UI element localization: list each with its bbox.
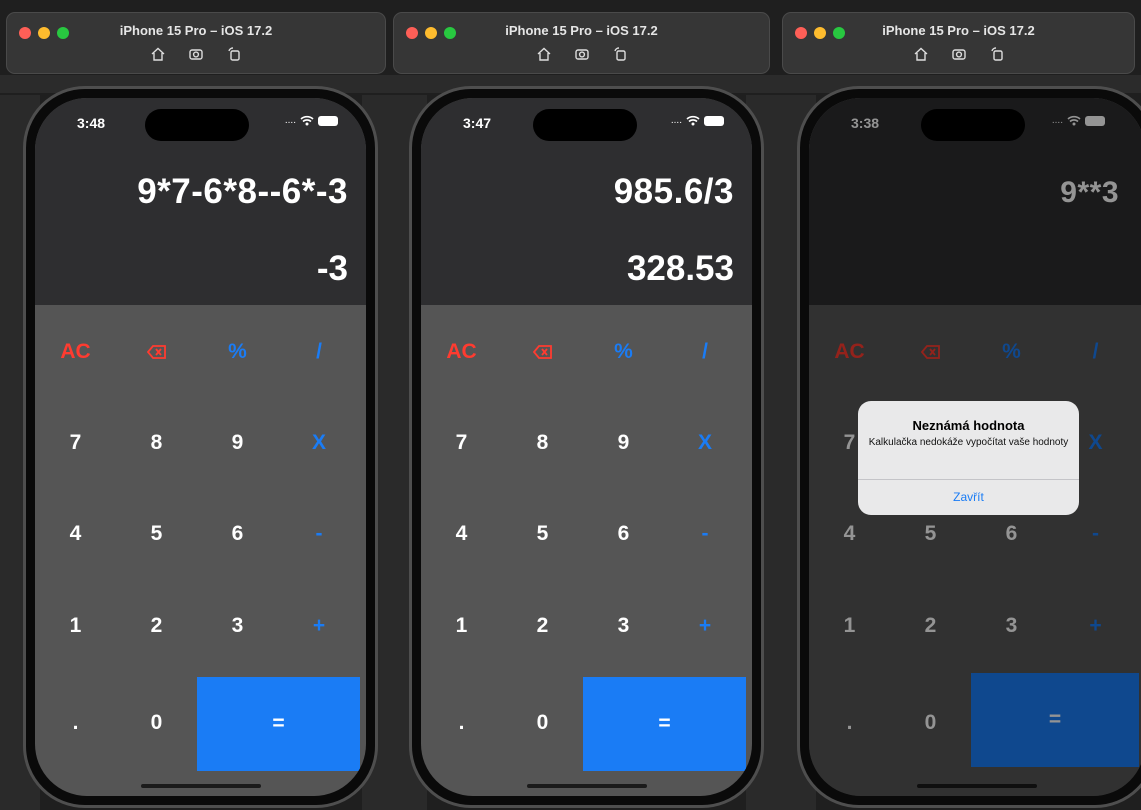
simulator-toolbar (7, 46, 385, 62)
plus-button[interactable]: + (664, 580, 746, 672)
multiply-button[interactable]: X (664, 398, 746, 488)
error-alert-dialog: Neznámá hodnota Kalkulačka nedokáže vypo… (858, 401, 1079, 515)
status-bar: 3:48 .... (35, 98, 366, 148)
calculator-screen: 3:48 .... 9*7-6*8--6*-3 -3 AC % / 7 8 9 … (35, 98, 366, 796)
digit-4-button[interactable]: 4 (421, 488, 502, 580)
digit-8-button[interactable]: 8 (116, 398, 197, 488)
equals-button[interactable]: = (197, 677, 360, 771)
equals-button[interactable]: = (583, 677, 746, 771)
digit-7-button[interactable]: 7 (35, 398, 116, 488)
calculator-display: 9*7-6*8--6*-3 -3 (35, 148, 366, 305)
simulator-titlebar: iPhone 15 Pro – iOS 17.2 (6, 12, 386, 74)
simulator-window-3: iPhone 15 Pro – iOS 17.2 3:38 .... 9**3 (776, 0, 1141, 810)
simulator-toolbar (394, 46, 769, 62)
digit-5-button[interactable]: 5 (116, 488, 197, 580)
minus-button[interactable]: - (278, 488, 360, 580)
iphone-frame: 3:47 .... 985.6/3 328.53 AC % / 7 8 9 X … (409, 86, 764, 808)
digit-8-button[interactable]: 8 (502, 398, 583, 488)
minus-button[interactable]: - (664, 488, 746, 580)
screenshot-icon[interactable] (574, 46, 590, 62)
percent-button[interactable]: % (583, 305, 664, 398)
wifi-icon (686, 115, 700, 126)
simulator-titlebar: iPhone 15 Pro – iOS 17.2 (782, 12, 1135, 74)
expression-text: 9*7-6*8--6*-3 (137, 172, 348, 211)
simulator-title: iPhone 15 Pro – iOS 17.2 (505, 23, 658, 38)
digit-6-button[interactable]: 6 (197, 488, 278, 580)
digit-3-button[interactable]: 3 (583, 580, 664, 672)
digit-2-button[interactable]: 2 (502, 580, 583, 672)
status-time: 3:47 (463, 115, 492, 131)
multiply-button[interactable]: X (278, 398, 360, 488)
divide-button[interactable]: / (664, 305, 746, 398)
digit-6-button[interactable]: 6 (583, 488, 664, 580)
simulator-title: iPhone 15 Pro – iOS 17.2 (882, 23, 1035, 38)
rotate-icon[interactable] (989, 46, 1005, 62)
dynamic-island (533, 109, 637, 141)
backspace-icon (532, 344, 552, 359)
percent-button[interactable]: % (197, 305, 278, 398)
alert-close-button[interactable]: Zavřít (858, 479, 1079, 515)
digit-1-button[interactable]: 1 (421, 580, 502, 672)
iphone-frame: 3:38 .... 9**3 AC % / 7 8 (797, 86, 1141, 808)
rotate-icon[interactable] (226, 46, 242, 62)
home-icon[interactable] (150, 46, 166, 62)
wifi-icon (300, 115, 314, 126)
simulator-window-1: iPhone 15 Pro – iOS 17.2 3:48 .... 9*7-6… (0, 0, 392, 810)
dynamic-island (145, 109, 249, 141)
digit-7-button[interactable]: 7 (421, 398, 502, 488)
screenshot-icon[interactable] (188, 46, 204, 62)
simulator-titlebar: iPhone 15 Pro – iOS 17.2 (393, 12, 770, 74)
calculator-screen: 3:47 .... 985.6/3 328.53 AC % / 7 8 9 X … (421, 98, 752, 796)
home-indicator[interactable] (140, 784, 261, 788)
digit-2-button[interactable]: 2 (116, 580, 197, 672)
ac-button[interactable]: AC (35, 305, 116, 398)
alert-title: Neznámá hodnota (912, 418, 1025, 433)
keypad: AC % / 7 8 9 X 4 5 6 - 1 2 3 + . 0 (35, 305, 366, 796)
alert-message: Kalkulačka nedokáže vypočítat vaše hodno… (868, 437, 1069, 448)
digit-4-button[interactable]: 4 (35, 488, 116, 580)
digit-9-button[interactable]: 9 (583, 398, 664, 488)
simulator-title: iPhone 15 Pro – iOS 17.2 (119, 23, 273, 38)
home-icon[interactable] (536, 46, 552, 62)
home-indicator[interactable] (526, 784, 647, 788)
home-icon[interactable] (913, 46, 929, 62)
decimal-button[interactable]: . (35, 675, 116, 770)
status-icons: .... (285, 115, 338, 126)
digit-5-button[interactable]: 5 (502, 488, 583, 580)
plus-button[interactable]: + (278, 580, 360, 672)
digit-1-button[interactable]: 1 (35, 580, 116, 672)
battery-icon (318, 115, 338, 126)
digit-9-button[interactable]: 9 (197, 398, 278, 488)
expression-text: 985.6/3 (613, 172, 734, 211)
digit-0-button[interactable]: 0 (116, 675, 197, 770)
decimal-button[interactable]: . (421, 675, 502, 770)
ac-button[interactable]: AC (421, 305, 502, 398)
status-bar: 3:47 .... (421, 98, 752, 148)
screenshot-icon[interactable] (951, 46, 967, 62)
calculator-display: 985.6/3 328.53 (421, 148, 752, 305)
calculator-screen: 3:38 .... 9**3 AC % / 7 8 (809, 98, 1141, 796)
digit-0-button[interactable]: 0 (502, 675, 583, 770)
simulator-toolbar (783, 46, 1134, 62)
backspace-icon (146, 344, 166, 359)
simulator-window-2: iPhone 15 Pro – iOS 17.2 3:47 .... 985.6… (387, 0, 776, 810)
digit-3-button[interactable]: 3 (197, 580, 278, 672)
battery-icon (704, 115, 724, 126)
backspace-button[interactable] (116, 305, 197, 398)
status-time: 3:48 (77, 115, 106, 131)
backspace-button[interactable] (502, 305, 583, 398)
divide-button[interactable]: / (278, 305, 360, 398)
status-icons: .... (671, 115, 724, 126)
result-text: 328.53 (626, 249, 734, 288)
rotate-icon[interactable] (612, 46, 628, 62)
result-text: -3 (316, 249, 348, 288)
keypad: AC % / 7 8 9 X 4 5 6 - 1 2 3 + . 0 (421, 305, 752, 796)
iphone-frame: 3:48 .... 9*7-6*8--6*-3 -3 AC % / 7 8 9 … (23, 86, 378, 808)
